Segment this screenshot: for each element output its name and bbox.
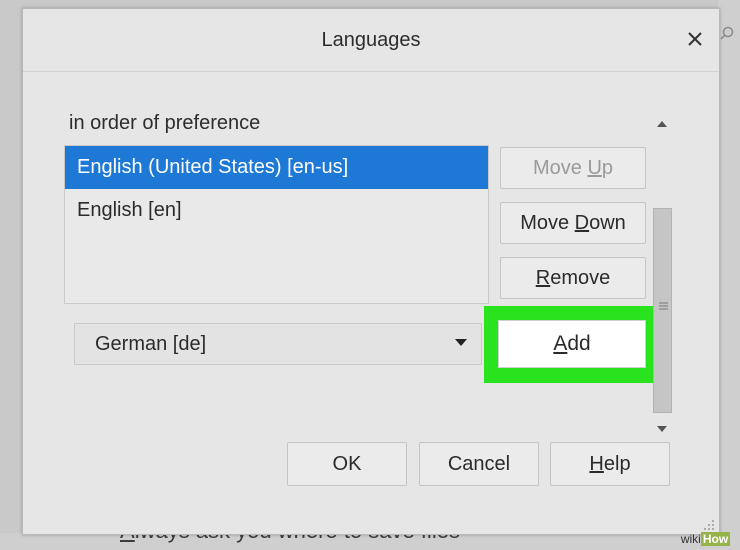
button-label: elp xyxy=(603,453,631,475)
button-label: p xyxy=(601,157,614,179)
watermark-text: wiki xyxy=(680,532,701,546)
button-label: dd xyxy=(567,332,591,355)
resize-grip-icon[interactable] xyxy=(703,519,715,531)
scroll-grip-icon xyxy=(659,302,668,310)
ok-button[interactable]: OK xyxy=(287,442,407,486)
access-key-letter: D xyxy=(574,212,590,234)
watermark-text: How xyxy=(700,532,731,546)
list-caption: in order of preference xyxy=(69,112,261,134)
dialog-titlebar: Languages xyxy=(23,9,719,72)
background-page xyxy=(718,0,740,550)
access-key-letter: A xyxy=(553,332,568,355)
access-key-letter: U xyxy=(587,157,602,179)
scrollbar-thumb[interactable] xyxy=(653,208,672,413)
search-icon xyxy=(720,26,734,40)
language-select-value: German [de] xyxy=(95,333,207,355)
cancel-button[interactable]: Cancel xyxy=(419,442,539,486)
language-select[interactable]: German [de] xyxy=(74,323,482,365)
scroll-up-arrow-icon[interactable] xyxy=(656,120,668,128)
close-icon[interactable] xyxy=(683,27,707,51)
scroll-down-arrow-icon[interactable] xyxy=(656,425,668,433)
language-list[interactable]: English (United States) [en-us] English … xyxy=(64,145,489,304)
button-label: emove xyxy=(550,267,611,289)
dropdown-arrow-icon xyxy=(455,339,467,346)
languages-dialog: Languages in order of preference English… xyxy=(22,8,720,535)
button-label: own xyxy=(589,212,626,234)
remove-button[interactable]: Remove xyxy=(500,257,646,299)
language-item-en-us[interactable]: English (United States) [en-us] xyxy=(65,146,488,189)
move-up-button[interactable]: Move Up xyxy=(500,147,646,189)
button-label: Move xyxy=(520,212,575,234)
access-key-letter: R xyxy=(535,267,551,289)
wikihow-watermark: wiki How xyxy=(675,531,736,548)
add-button[interactable]: Add xyxy=(498,320,646,368)
button-label: Move xyxy=(532,157,588,179)
access-key-letter: H xyxy=(589,453,604,475)
help-button[interactable]: Help xyxy=(550,442,670,486)
dialog-title: Languages xyxy=(321,29,421,51)
move-down-button[interactable]: Move Down xyxy=(500,202,646,244)
language-item-en[interactable]: English [en] xyxy=(65,189,488,232)
dialog-scrollbar[interactable] xyxy=(651,112,673,437)
